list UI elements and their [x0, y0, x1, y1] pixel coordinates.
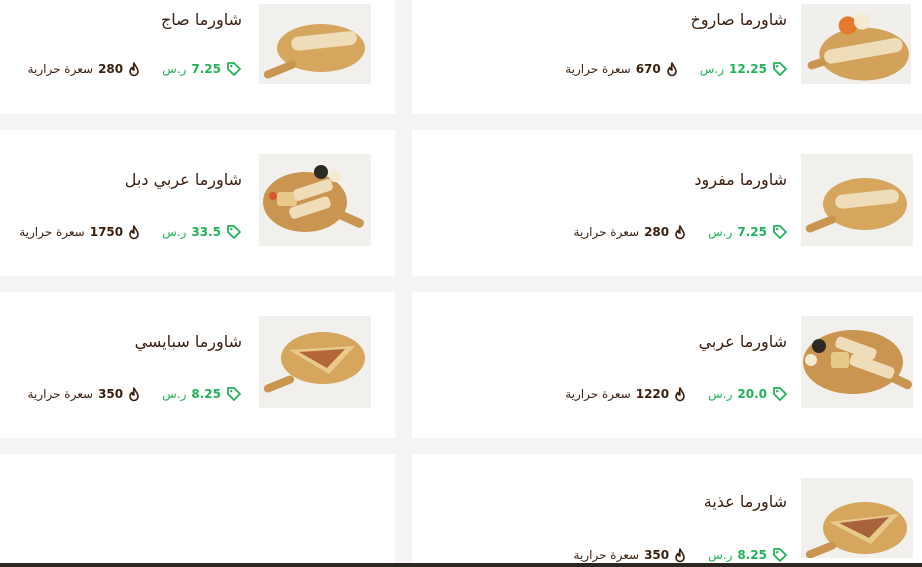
item-calories-value: 1750: [89, 225, 124, 239]
item-name[interactable]: شاورما صاروخ: [690, 10, 787, 29]
item-meta: 20.0 ر.س 1220 سعرة حرارية: [565, 386, 788, 402]
empty-card: [0, 454, 395, 567]
price-tag-icon: [772, 547, 788, 563]
item-calories: 1750 سعرة حرارية: [19, 224, 140, 240]
price-tag-icon: [772, 61, 788, 77]
item-image: [801, 316, 913, 408]
menu-item-card[interactable]: شاورما عربي دبل 33.5 ر.س 1750 سعرة حراري…: [0, 130, 395, 276]
shawarma-image: [801, 9, 911, 84]
item-calories: 350 سعرة حرارية: [573, 547, 687, 563]
flame-icon: [674, 224, 686, 240]
price-tag-icon: [772, 386, 788, 402]
item-calories-value: 670: [635, 62, 661, 76]
item-image: [259, 316, 371, 408]
item-calories: 1220 سعرة حرارية: [565, 386, 686, 402]
flame-icon: [128, 224, 140, 240]
item-calories-value: 350: [644, 548, 670, 562]
price-tag-icon: [772, 224, 788, 240]
item-name[interactable]: شاورما صاج: [161, 10, 242, 29]
item-image: [801, 154, 913, 246]
item-price-value: 20.0: [737, 387, 767, 401]
item-calories: 280 سعرة حرارية: [27, 61, 141, 77]
item-name[interactable]: شاورما عربي دبل: [125, 170, 242, 189]
flame-icon: [128, 386, 140, 402]
menu-item-card[interactable]: شاورما عذية 8.25 ر.س 350 سعرة حرارية: [412, 454, 922, 567]
currency-label: ر.س: [708, 387, 733, 401]
shawarma-platter-image: [801, 316, 913, 408]
item-price: 7.25 ر.س: [708, 224, 788, 240]
item-calories: 670 سعرة حرارية: [565, 61, 678, 77]
flame-icon: [674, 386, 686, 402]
bottom-bar: [0, 563, 922, 567]
flame-icon: [674, 547, 686, 563]
item-price-value: 8.25: [191, 387, 221, 401]
item-calories-value: 280: [98, 62, 124, 76]
menu-item-card[interactable]: شاورما سبايسي 8.25 ر.س 350 سعرة حرارية: [0, 292, 395, 438]
item-image: [801, 4, 911, 84]
item-calories-value: 350: [98, 387, 124, 401]
shawarma-image: [259, 316, 371, 408]
calories-label: سعرة حرارية: [565, 62, 631, 76]
price-tag-icon: [226, 61, 242, 77]
item-meta: 7.25 ر.س 280 سعرة حرارية: [28, 61, 242, 77]
currency-label: ر.س: [708, 225, 733, 239]
calories-label: سعرة حرارية: [19, 225, 85, 239]
currency-label: ر.س: [162, 387, 187, 401]
item-name[interactable]: شاورما سبايسي: [135, 332, 242, 351]
item-price: 20.0 ر.س: [708, 386, 788, 402]
shawarma-image: [801, 484, 913, 558]
item-price: 12.25 ر.س: [700, 61, 788, 77]
price-tag-icon: [226, 224, 242, 240]
item-image: [259, 154, 371, 246]
shawarma-image: [259, 10, 371, 84]
item-price: 8.25 ر.س: [708, 547, 788, 563]
item-calories-value: 280: [644, 225, 670, 239]
price-tag-icon: [226, 386, 242, 402]
menu-item-card[interactable]: شاورما مفرود 7.25 ر.س 280 سعرة حرارية: [412, 130, 922, 276]
shawarma-image: [801, 154, 913, 246]
item-calories-value: 1220: [635, 387, 670, 401]
item-name[interactable]: شاورما عربي: [699, 332, 787, 351]
calories-label: سعرة حرارية: [565, 387, 631, 401]
menu-item-card[interactable]: شاورما صاج 7.25 ر.س 280 سعرة حرارية: [0, 0, 395, 114]
item-price: 7.25 ر.س: [162, 61, 242, 77]
item-calories: 280 سعرة حرارية: [573, 224, 687, 240]
item-image: [259, 4, 371, 84]
calories-label: سعرة حرارية: [27, 62, 94, 76]
menu-item-card[interactable]: شاورما صاروخ 12.25 ر.س 670 سعرة حرارية: [412, 0, 922, 114]
item-price-value: 8.25: [737, 548, 767, 562]
calories-label: سعرة حرارية: [27, 387, 94, 401]
item-meta: 7.25 ر.س 280 سعرة حرارية: [574, 224, 788, 240]
item-meta: 33.5 ر.س 1750 سعرة حرارية: [19, 224, 242, 240]
flame-icon: [128, 61, 140, 77]
item-meta: 8.25 ر.س 350 سعرة حرارية: [28, 386, 242, 402]
menu-item-card[interactable]: شاورما عربي 20.0 ر.س 1220 سعرة حرارية: [412, 292, 922, 438]
currency-label: ر.س: [708, 548, 733, 562]
calories-label: سعرة حرارية: [573, 225, 640, 239]
item-price-value: 12.25: [729, 62, 767, 76]
item-price-value: 7.25: [191, 62, 221, 76]
item-name[interactable]: شاورما عذية: [704, 492, 787, 511]
currency-label: ر.س: [699, 62, 725, 76]
item-image: [801, 478, 913, 558]
item-price: 33.5 ر.س: [162, 224, 242, 240]
menu-page: شاورما صاروخ 12.25 ر.س 670 سعرة حرارية ش…: [0, 0, 922, 567]
item-price-value: 33.5: [191, 225, 221, 239]
item-price: 8.25 ر.س: [162, 386, 242, 402]
item-meta: 12.25 ر.س 670 سعرة حرارية: [565, 61, 788, 77]
item-name[interactable]: شاورما مفرود: [694, 170, 787, 189]
currency-label: ر.س: [162, 225, 187, 239]
item-meta: 8.25 ر.س 350 سعرة حرارية: [574, 547, 788, 563]
calories-label: سعرة حرارية: [573, 548, 640, 562]
shawarma-platter-image: [259, 154, 371, 246]
item-price-value: 7.25: [737, 225, 767, 239]
item-calories: 350 سعرة حرارية: [27, 386, 141, 402]
currency-label: ر.س: [162, 62, 187, 76]
flame-icon: [666, 61, 678, 77]
